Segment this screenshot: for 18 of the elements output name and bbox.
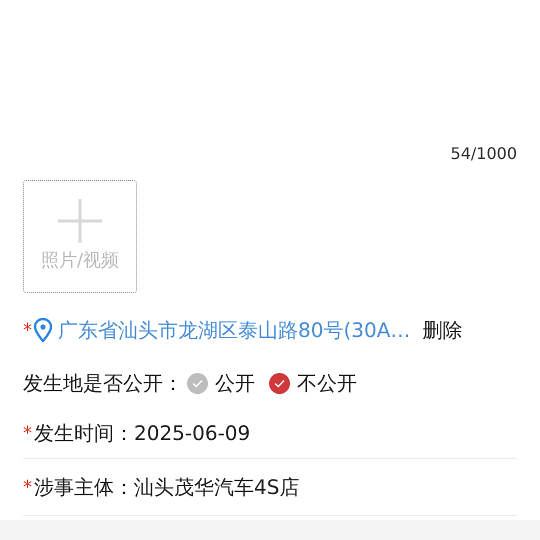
radio-label: 不公开: [297, 370, 357, 397]
field-label: 涉事主体：: [34, 474, 134, 501]
field-value: 2025-06-09: [134, 420, 250, 447]
required-mark: *: [23, 476, 32, 500]
add-icon: [58, 199, 102, 243]
location-link[interactable]: 广东省汕头市龙湖区泰山路80号(30A…: [58, 315, 410, 345]
field-value: 汕头茂华汽车4S店: [134, 474, 300, 501]
required-mark: *: [23, 318, 32, 342]
radio-label: 公开: [215, 370, 255, 397]
visibility-label: 发生地是否公开：: [23, 370, 183, 397]
radio-button[interactable]: [269, 372, 290, 394]
field-label: 发生时间：: [34, 420, 134, 447]
character-counter: 54/1000: [450, 143, 518, 165]
photo-upload-button[interactable]: 照片/视频: [23, 180, 137, 293]
required-mark: *: [23, 422, 32, 446]
location-pin-icon: [34, 318, 52, 342]
delete-link[interactable]: 删除: [422, 315, 462, 345]
radio-button[interactable]: [187, 372, 208, 394]
